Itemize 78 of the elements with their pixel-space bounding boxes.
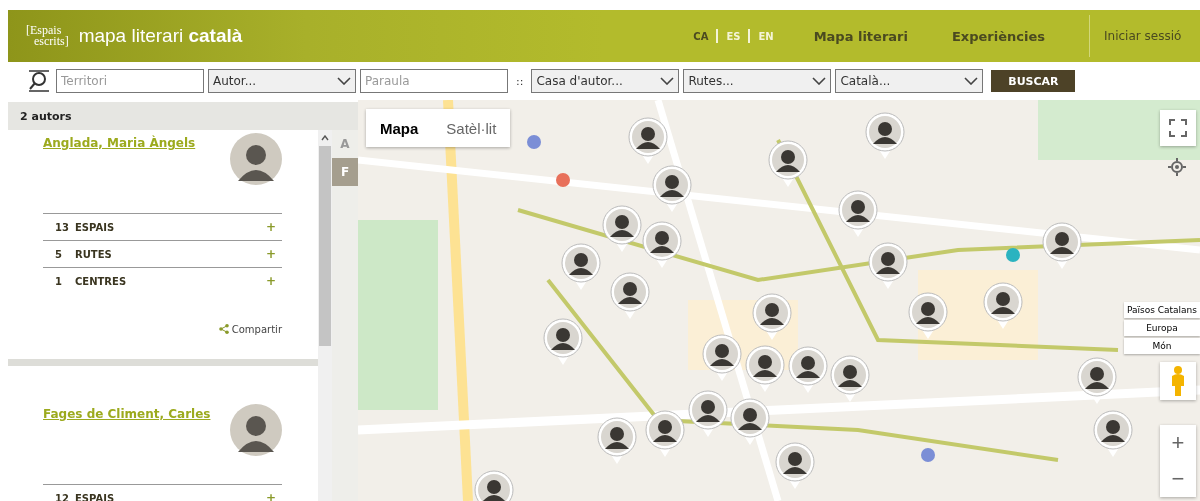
zoom-button[interactable]: − [1160, 461, 1196, 497]
region-button[interactable]: Països Catalans [1124, 302, 1200, 318]
expand-button[interactable]: + [265, 274, 282, 288]
author-marker[interactable] [1093, 410, 1133, 458]
site-logo[interactable]: [Espais escrits] [26, 25, 69, 47]
stat-label: RUTES [75, 248, 113, 260]
stat-label: ESPAIS [75, 492, 116, 501]
map-type-tab[interactable]: Mapa [366, 109, 433, 147]
search-button[interactable]: BUSCAR [991, 70, 1076, 92]
author-marker[interactable] [642, 221, 682, 269]
input-field[interactable]: Paraula [360, 69, 508, 93]
separator-mark: :: [516, 74, 524, 88]
author-marker[interactable] [1077, 357, 1117, 405]
region-button[interactable]: Món [1124, 338, 1200, 354]
stat-label: CENTRES [75, 275, 128, 287]
author-marker[interactable] [865, 112, 905, 160]
author-link[interactable]: Anglada, Maria Àngels [43, 136, 196, 150]
author-marker[interactable] [645, 410, 685, 458]
stat-count: 13 [54, 221, 70, 233]
author-marker[interactable] [1042, 222, 1082, 270]
map-type-tab[interactable]: Satèl·lit [432, 109, 511, 147]
letter-tab[interactable]: F [332, 158, 358, 186]
search-icon[interactable] [28, 70, 50, 92]
author-marker[interactable] [830, 355, 870, 403]
author-marker[interactable] [543, 318, 583, 366]
dropdown[interactable]: Català... [835, 69, 984, 93]
expand-button[interactable]: + [265, 247, 282, 261]
author-marker[interactable] [752, 293, 792, 341]
chevron-icon [964, 77, 979, 85]
site-title: mapa literari català [78, 25, 243, 47]
author-link[interactable]: Fages de Climent, Carles [43, 407, 211, 421]
author-marker[interactable] [838, 190, 878, 238]
avatar [230, 133, 282, 185]
fullscreen-button[interactable] [1160, 110, 1196, 146]
nav-link[interactable]: Mapa literari [813, 28, 908, 44]
scroll-thumb[interactable] [319, 146, 331, 346]
author-marker[interactable] [908, 292, 948, 340]
location-icon[interactable] [1168, 158, 1186, 176]
author-marker[interactable] [652, 165, 692, 213]
person-icon [1170, 366, 1186, 396]
result-count: 2 autors [8, 102, 358, 130]
author-marker[interactable] [775, 442, 815, 490]
share-link[interactable]: Compartir [218, 314, 282, 344]
author-marker[interactable] [561, 243, 601, 291]
dropdown[interactable]: Autor... [208, 69, 356, 93]
dropdown[interactable]: Casa d'autor... [531, 69, 680, 93]
stat-count: 5 [54, 248, 63, 260]
fullscreen-icon [1169, 119, 1187, 137]
author-marker[interactable] [730, 398, 770, 446]
expand-button[interactable]: + [265, 220, 282, 234]
login-link[interactable]: Iniciar sessió [1104, 29, 1200, 43]
zoom-button[interactable]: + [1160, 425, 1196, 461]
stat-label: ESPAIS [75, 221, 116, 233]
author-marker[interactable] [602, 205, 642, 253]
author-marker[interactable] [768, 140, 808, 188]
scrollbar[interactable] [318, 130, 332, 501]
nav-link[interactable]: Experiències [951, 28, 1045, 44]
stat-count: 1 [54, 275, 63, 287]
chevron-icon [660, 77, 675, 85]
author-marker[interactable] [745, 345, 785, 393]
chevron-icon [812, 77, 827, 85]
dropdown[interactable]: Rutes... [683, 69, 832, 93]
author-marker[interactable] [788, 346, 828, 394]
letter-tab[interactable]: A [332, 130, 358, 158]
author-marker[interactable] [702, 334, 742, 382]
avatar [230, 404, 282, 456]
author-marker[interactable] [628, 117, 668, 165]
input-field[interactable]: Territori [56, 69, 204, 93]
author-marker[interactable] [610, 272, 650, 320]
author-marker[interactable] [868, 242, 908, 290]
chevron-icon [337, 77, 351, 85]
region-button[interactable]: Europa [1124, 320, 1200, 336]
author-marker[interactable] [597, 417, 637, 465]
stat-count: 12 [54, 492, 70, 501]
author-marker[interactable] [688, 390, 728, 438]
share-icon [218, 324, 229, 334]
author-marker[interactable] [983, 282, 1023, 330]
language-link[interactable]: CA [693, 30, 709, 42]
